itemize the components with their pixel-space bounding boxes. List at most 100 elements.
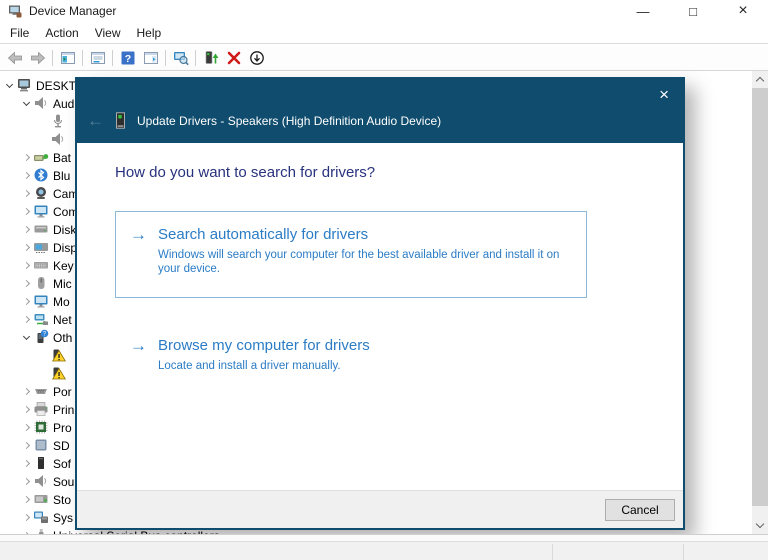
toolbar-separator (82, 49, 83, 66)
speaker-icon (50, 131, 66, 147)
expander-closed-icon[interactable] (19, 387, 33, 395)
tree-item-label: Oth (53, 330, 73, 345)
window-controls: — □ × (618, 0, 768, 22)
expander-closed-icon[interactable] (19, 459, 33, 467)
display-adapter-icon (33, 239, 49, 255)
menu-file[interactable]: File (2, 23, 37, 43)
disable-device-icon[interactable] (245, 47, 268, 69)
tree-item-label: Prin (53, 402, 75, 417)
driver-device-icon (113, 112, 128, 129)
bluetooth-icon (33, 167, 49, 183)
expander-closed-icon[interactable] (19, 171, 33, 179)
cancel-button[interactable]: Cancel (605, 498, 675, 521)
expander-closed-icon[interactable] (19, 279, 33, 287)
properties-icon[interactable] (86, 47, 109, 69)
tree-item-label: Sof (53, 456, 72, 471)
toolbar: ? (0, 45, 768, 71)
computer-icon (16, 77, 32, 93)
expander-open-icon[interactable] (19, 332, 33, 340)
tree-item-label: SD (53, 438, 70, 453)
tree-item-label: Aud (53, 96, 75, 111)
battery-icon (33, 149, 49, 165)
dialog-close-icon[interactable]: × (655, 84, 673, 105)
tree-item-label: Sto (53, 492, 72, 507)
help-icon[interactable]: ? (116, 47, 139, 69)
option-search-automatically[interactable]: → Search automatically for drivers Windo… (115, 211, 587, 298)
back-arrow-icon (3, 47, 26, 69)
tree-item-label: Net (53, 312, 72, 327)
serial-port-icon (33, 383, 49, 399)
camera-icon (33, 185, 49, 201)
warning-device-icon (50, 347, 67, 363)
microphone-icon (50, 113, 66, 129)
expander-closed-icon[interactable] (19, 225, 33, 233)
expander-closed-icon[interactable] (19, 423, 33, 431)
menu-action[interactable]: Action (37, 23, 86, 43)
arrow-right-icon: → (130, 225, 147, 244)
minimize-button[interactable]: — (618, 0, 668, 22)
expander-closed-icon[interactable] (19, 153, 33, 161)
speaker-icon (33, 473, 49, 489)
expander-open-icon[interactable] (19, 98, 33, 106)
option-browse-computer[interactable]: → Browse my computer for drivers Locate … (115, 322, 587, 387)
taskbar-divider (683, 544, 684, 560)
device-manager-icon (7, 3, 23, 19)
monitor-icon (33, 203, 49, 219)
close-button[interactable]: × (718, 0, 768, 22)
uninstall-device-icon[interactable] (222, 47, 245, 69)
tree-item-label: Mic (53, 276, 72, 291)
expander-closed-icon[interactable] (19, 207, 33, 215)
dialog-footer: Cancel (77, 490, 683, 528)
warning-device-icon (50, 365, 67, 381)
menu-view[interactable]: View (87, 23, 129, 43)
maximize-button[interactable]: □ (668, 0, 718, 22)
tree-item-label: Sou (53, 474, 75, 489)
storage-icon (33, 491, 49, 507)
scroll-down-icon[interactable] (752, 517, 768, 534)
monitor-icon (33, 293, 49, 309)
menu-help[interactable]: Help (129, 23, 170, 43)
expander-closed-icon[interactable] (19, 189, 33, 197)
taskbar-divider (552, 544, 553, 560)
tree-item-label: Key (53, 258, 74, 273)
tree-item-label: Disp (53, 240, 78, 255)
expander-closed-icon[interactable] (19, 297, 33, 305)
vertical-scrollbar[interactable] (752, 71, 768, 534)
tree-item-label: Blu (53, 168, 71, 183)
expander-closed-icon[interactable] (19, 315, 33, 323)
tree-item-label: Por (53, 384, 72, 399)
printer-icon (33, 401, 49, 417)
expander-open-icon[interactable] (2, 80, 16, 88)
console-tree-icon[interactable] (56, 47, 79, 69)
tree-item-label: Mo (53, 294, 70, 309)
expander-closed-icon[interactable] (19, 495, 33, 503)
toolbar-separator (112, 49, 113, 66)
device-manager-window: Device Manager — □ × File Action View Help … (0, 0, 768, 560)
expander-closed-icon[interactable] (19, 405, 33, 413)
dialog-back-icon: ← (87, 110, 104, 130)
toolbar-separator (195, 49, 196, 66)
arrow-right-icon: → (130, 336, 147, 355)
option-title: Browse my computer for drivers (158, 337, 370, 354)
action-pane-icon[interactable] (139, 47, 162, 69)
scrollbar-thumb[interactable] (752, 88, 768, 506)
expander-closed-icon[interactable] (19, 243, 33, 251)
processor-icon (33, 419, 49, 435)
software-device-icon (33, 455, 49, 471)
expander-closed-icon[interactable] (19, 477, 33, 485)
toolbar-separator (165, 49, 166, 66)
usb-icon (33, 527, 49, 534)
mouse-icon (33, 275, 49, 291)
svg-text:?: ? (124, 53, 130, 65)
dialog-title: Update Drivers - Speakers (High Definiti… (137, 113, 442, 128)
expander-closed-icon[interactable] (19, 261, 33, 269)
expander-closed-icon[interactable] (19, 513, 33, 521)
toolbar-separator (52, 49, 53, 66)
scan-hardware-icon[interactable] (169, 47, 192, 69)
system-icon (33, 509, 49, 525)
update-driver-icon[interactable] (199, 47, 222, 69)
option-title: Search automatically for drivers (158, 226, 369, 243)
expander-closed-icon[interactable] (19, 441, 33, 449)
scroll-up-icon[interactable] (752, 71, 768, 88)
titlebar: Device Manager — □ × (0, 0, 768, 22)
